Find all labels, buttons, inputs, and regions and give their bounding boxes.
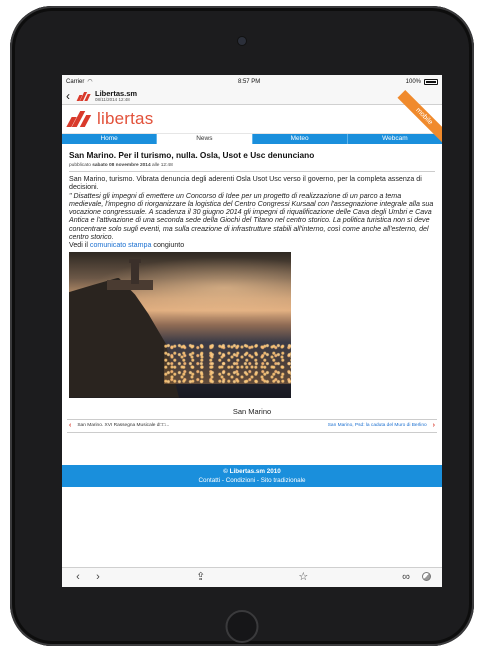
meta-time: alle 12:48: [151, 163, 173, 168]
forward-icon[interactable]: ›: [88, 572, 108, 583]
battery-icon: [424, 78, 438, 85]
settings-dial-icon[interactable]: [416, 571, 436, 584]
tab-news[interactable]: News: [157, 134, 253, 144]
footer-copyright: © Libertas.sm 2010: [223, 468, 281, 475]
bookmark-star-icon[interactable]: ☆: [293, 572, 313, 583]
article-photo: [69, 251, 291, 398]
arrow-right-icon: ›: [432, 422, 435, 430]
next-article[interactable]: San Marino, Psd: la caduta del Muro di B…: [328, 422, 435, 429]
footer-links[interactable]: Contatti - Condizioni - Sito tradizional…: [62, 476, 442, 485]
ipad-device: Carrier ◠ 8:57 PM 100% ‹ Libertas.sm 08/…: [10, 6, 474, 646]
wifi-icon: ◠: [87, 79, 93, 85]
tab-meteo[interactable]: Meteo: [253, 134, 348, 144]
article-body: San Marino, turismo. Vibrata denuncia de…: [69, 175, 435, 250]
article-intro: San Marino, turismo. Vibrata denuncia de…: [69, 175, 422, 192]
browser-toolbar: ‹ › ⇪ ☆ ∞: [62, 567, 442, 587]
logo-text: libertas: [97, 109, 154, 128]
status-time: 8:57 PM: [237, 78, 261, 85]
app-subtitle: 08/11/2014 12:48: [95, 97, 130, 102]
press-release-link[interactable]: comunicato stampa: [90, 241, 152, 249]
app-title: Libertas.sm: [95, 88, 138, 98]
libertas-logo-small-icon: [76, 91, 92, 101]
next-article-title: San Marino, Psd: la caduta del Muro di B…: [327, 423, 427, 429]
status-bar: Carrier ◠ 8:57 PM 100%: [62, 75, 442, 88]
libertas-logo-icon: [66, 111, 94, 127]
see-also-line: Vedi il comunicato stampa congiunto: [69, 241, 435, 249]
see-suffix: congiunto: [153, 241, 185, 250]
article: San Marino. Per il turismo, nulla. Osla,…: [62, 144, 442, 433]
article-meta: pubblicato sabato 08 novembre 2014 alle …: [69, 163, 435, 172]
home-button[interactable]: [225, 610, 259, 643]
site-logo[interactable]: libertas: [66, 109, 154, 128]
tab-home[interactable]: Home: [62, 134, 158, 144]
photo-caption: San Marino: [232, 406, 272, 416]
carrier-label: Carrier: [66, 78, 85, 85]
screen: Carrier ◠ 8:57 PM 100% ‹ Libertas.sm 08/…: [62, 75, 442, 587]
photo-tower: [129, 258, 141, 284]
back-icon[interactable]: ‹: [68, 572, 88, 583]
arrow-left-icon: ‹: [69, 422, 72, 430]
front-camera: [238, 37, 246, 45]
app-header: ‹ Libertas.sm 08/11/2014 12:48: [62, 88, 442, 105]
meta-date: sabato 08 novembre 2014: [92, 163, 151, 168]
article-quote: " Disattesi gli impegni di emettere un C…: [69, 191, 434, 242]
article-headline: San Marino. Per il turismo, nulla. Osla,…: [69, 150, 315, 160]
photo-city-lights: [164, 341, 291, 384]
battery-percent: 100%: [405, 78, 421, 85]
photo-walls: [107, 279, 153, 290]
prev-article[interactable]: ‹ San Marino. XVI Rassegna Musicale d□□.…: [69, 422, 169, 429]
chevron-left-icon[interactable]: ‹: [66, 90, 76, 102]
tab-webcam[interactable]: Webcam: [348, 134, 442, 144]
see-prefix: Vedi il: [69, 241, 88, 250]
reader-glasses-icon[interactable]: ∞: [396, 572, 416, 583]
share-icon[interactable]: ⇪: [191, 572, 211, 583]
site-header: libertas mobile: [62, 89, 442, 144]
main-tabs: Home News Meteo Webcam: [62, 134, 442, 144]
related-articles: ‹ San Marino. XVI Rassegna Musicale d□□.…: [67, 418, 437, 433]
prev-article-title: San Marino. XVI Rassegna Musicale d□□...: [77, 423, 170, 429]
site-footer: © Libertas.sm 2010 Contatti - Condizioni…: [62, 465, 442, 487]
meta-prefix: pubblicato: [69, 163, 91, 168]
